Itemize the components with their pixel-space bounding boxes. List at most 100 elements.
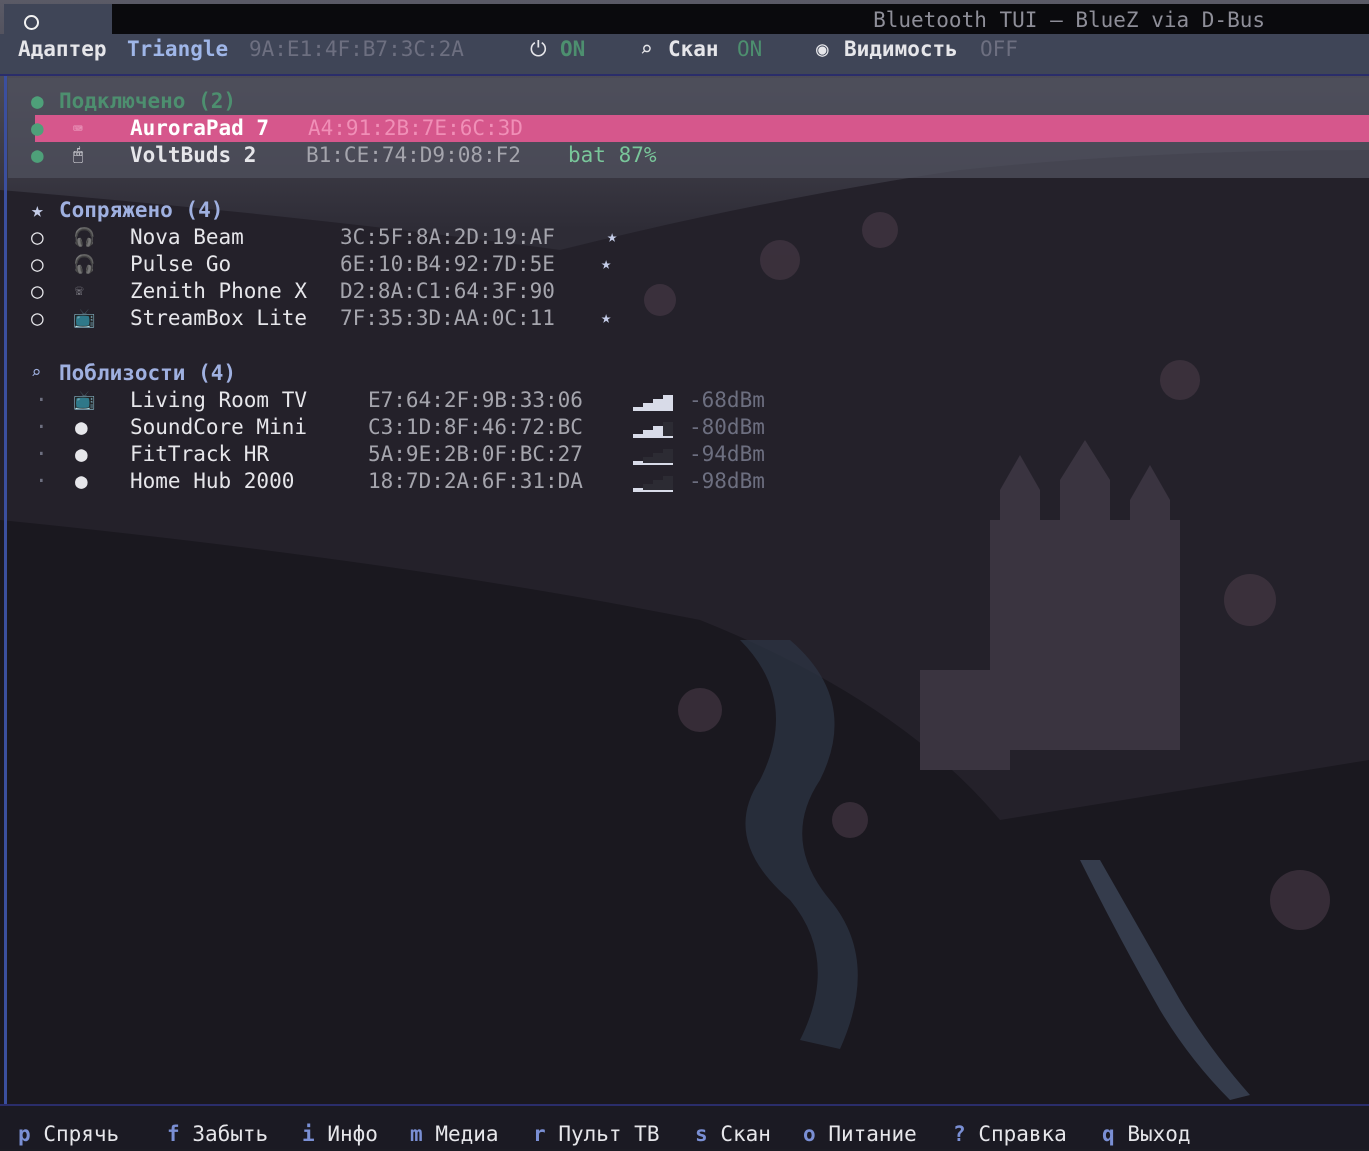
device-mac: D2:8A:C1:64:3F:90 (340, 279, 555, 303)
trusted-star-icon: ★ (601, 308, 612, 328)
signal-strength-icon (633, 476, 673, 492)
section-title-paired: Сопряжено (4) (59, 198, 224, 222)
device-row[interactable]: ● 🖱 VoltBuds 2 B1:CE:74:D9:08:F2 bat 87% (7, 142, 807, 169)
trusted-star-icon: ★ (607, 227, 618, 247)
search-icon: ⌕ (31, 363, 42, 383)
scan-icon: ⌕ (640, 37, 653, 61)
device-name: Pulse Go (130, 252, 232, 276)
section-title-connected: Подключено (2) (59, 89, 237, 113)
signal-strength-icon (633, 422, 673, 438)
device-mac: A4:91:2B:7E:6C:3D (308, 116, 523, 140)
device-dot-icon: ● (75, 415, 88, 439)
keybind-scan[interactable]: s Скан (695, 1120, 771, 1148)
signal-baseline (633, 490, 673, 492)
device-mac: B1:CE:74:D9:08:F2 (306, 143, 521, 167)
nearby-state-icon: · (35, 415, 48, 439)
device-row[interactable]: · ● Home Hub 2000 18:7D:2A:6F:31:DA -98d… (7, 468, 907, 495)
device-row[interactable]: · ● FitTrack HR 5A:9E:2B:0F:BC:27 -94dBm (7, 441, 907, 468)
keybind-info[interactable]: i Инфо (302, 1120, 378, 1148)
signal-baseline (633, 463, 673, 465)
power-toggle[interactable]: ON (560, 34, 585, 64)
star-icon: ★ (31, 198, 44, 222)
device-dot-icon: ● (75, 469, 88, 493)
keybind-power[interactable]: o Питание (803, 1120, 917, 1148)
section-title-nearby: Поблизости (4) (59, 361, 237, 385)
adapter-mac: 9A:E1:4F:B7:3C:2A (249, 37, 464, 61)
device-mac: 5A:9E:2B:0F:BC:27 (368, 442, 583, 466)
keybind-media[interactable]: m Медиа (410, 1120, 499, 1148)
window-title: Bluetooth TUI — BlueZ via D-Bus (873, 8, 1265, 32)
device-mac: 6E:10:B4:92:7D:5E (340, 252, 555, 276)
section-header-connected: ● Подключено (2) (7, 88, 607, 115)
headphones-icon: 🎧 (73, 254, 96, 275)
device-row[interactable]: · ● SoundCore Mini C3:1D:8F:46:72:BC -80… (7, 414, 907, 441)
mouse-icon: 🖱 (73, 145, 84, 165)
device-row-selected[interactable]: ● ⌨ AuroraPad 7 A4:91:2B:7E:6C:3D (31, 115, 1369, 142)
device-row[interactable]: ○ ☏ Zenith Phone X D2:8A:C1:64:3F:90 (7, 278, 807, 305)
device-mac: C3:1D:8F:46:72:BC (368, 415, 583, 439)
device-list-panel: ● Подключено (2) ● ⌨ AuroraPad 7 A4:91:2… (4, 76, 1369, 1104)
device-dot-icon: ● (75, 442, 88, 466)
power-icon: ⏻ (530, 37, 547, 61)
paired-state-icon: ○ (31, 279, 44, 303)
signal-strength-icon (633, 449, 673, 465)
phone-icon: ☏ (75, 283, 84, 299)
device-row[interactable]: ○ 🎧 Pulse Go 6E:10:B4:92:7D:5E ★ (7, 251, 807, 278)
device-name: Home Hub 2000 (130, 469, 295, 493)
nearby-state-icon: · (35, 469, 48, 493)
device-mac: 7F:35:3D:AA:0C:11 (340, 306, 555, 330)
signal-bar (663, 422, 673, 438)
device-name: AuroraPad 7 (130, 116, 270, 140)
visibility-toggle[interactable]: OFF (980, 34, 1018, 64)
visibility-icon: ◉ (816, 37, 829, 61)
tv-icon: 📺 (73, 308, 96, 329)
keybinding-bar: p Спрячь f Забыть i Инфо m Медиа r Пульт… (0, 1104, 1369, 1151)
adapter-status-bar: Адаптер Triangle 9A:E1:4F:B7:3C:2A ⏻ ON … (0, 34, 1369, 76)
connected-state-icon: ● (31, 143, 44, 167)
signal-bar (663, 476, 673, 492)
device-name: Zenith Phone X (130, 279, 308, 303)
device-mac: E7:64:2F:9B:33:06 (368, 388, 583, 412)
keybind-quit[interactable]: q Выход (1102, 1120, 1191, 1148)
keybind-pair[interactable]: p Спрячь (18, 1120, 119, 1148)
adapter-name[interactable]: Triangle (127, 34, 228, 64)
title-bar: Bluetooth TUI — BlueZ via D-Bus (0, 0, 1369, 34)
rssi-value: -80dBm (689, 415, 765, 439)
paired-state-icon: ○ (31, 225, 44, 249)
connected-state-icon: ● (31, 116, 44, 140)
device-row[interactable]: ○ 🎧 Nova Beam 3C:5F:8A:2D:19:AF ★ (7, 224, 807, 251)
keybind-help[interactable]: ? Справка (953, 1120, 1067, 1148)
trusted-star-icon: ★ (601, 254, 612, 274)
scan-label: Скан (668, 37, 719, 61)
tv-icon: 📺 (73, 390, 96, 411)
device-row[interactable]: ○ 📺 StreamBox Lite 7F:35:3D:AA:0C:11 ★ (7, 305, 807, 332)
signal-bar (663, 395, 673, 411)
device-name: VoltBuds 2 (130, 143, 257, 167)
device-name: Living Room TV (130, 388, 308, 412)
scan-toggle[interactable]: ON (737, 34, 762, 64)
paired-state-icon: ○ (31, 252, 44, 276)
workspace-circle-icon (24, 15, 39, 30)
keyboard-icon: ⌨ (73, 119, 83, 138)
device-mac: 3C:5F:8A:2D:19:AF (340, 225, 555, 249)
section-header-paired: ★ Сопряжено (4) (7, 197, 607, 224)
visibility-label: Видимость (844, 37, 958, 61)
adapter-label: Адаптер (18, 37, 107, 61)
device-row[interactable]: · 📺 Living Room TV E7:64:2F:9B:33:06 -68… (7, 387, 907, 414)
keybind-forget[interactable]: f Забыть (167, 1120, 268, 1148)
section-header-nearby: ⌕ Поблизости (4) (7, 360, 607, 387)
device-name: FitTrack HR (130, 442, 270, 466)
nearby-state-icon: · (35, 388, 48, 412)
signal-bar (663, 449, 673, 465)
signal-baseline (633, 409, 673, 411)
device-name: SoundCore Mini (130, 415, 308, 439)
headphones-icon: 🎧 (73, 227, 96, 248)
workspace-indicator[interactable] (4, 4, 112, 34)
nearby-state-icon: · (35, 442, 48, 466)
battery-level: bat 87% (568, 143, 657, 167)
signal-baseline (633, 436, 673, 438)
keybind-tv-remote[interactable]: r Пульт ТВ (533, 1120, 659, 1148)
rssi-value: -94dBm (689, 442, 765, 466)
paired-state-icon: ○ (31, 306, 44, 330)
rssi-value: -98dBm (689, 469, 765, 493)
